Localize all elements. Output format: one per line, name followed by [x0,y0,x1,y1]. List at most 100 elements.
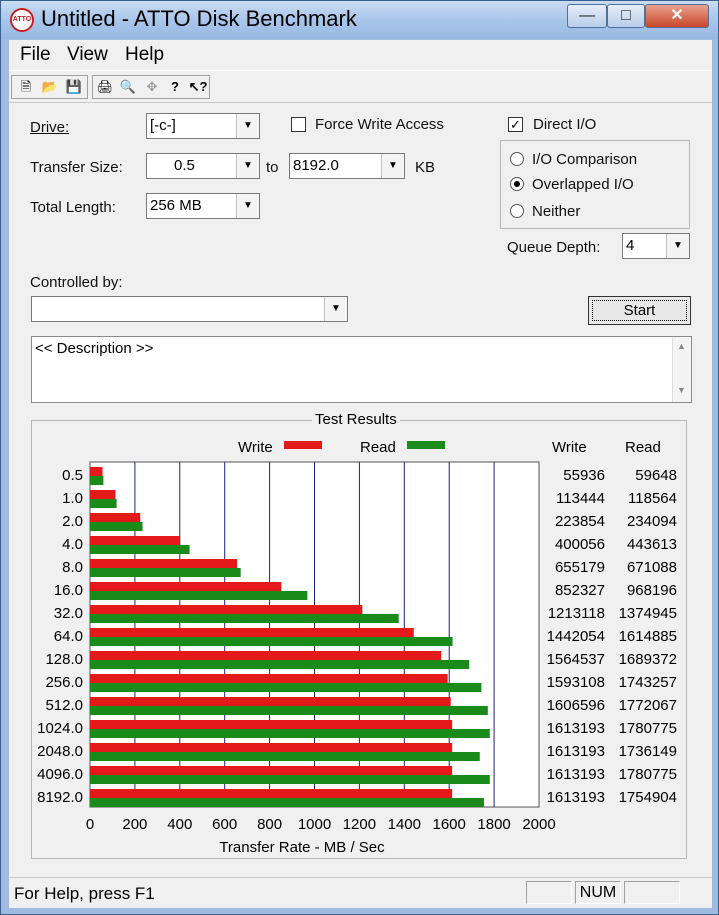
status-help-text: For Help, press F1 [14,884,155,903]
legend-write-swatch [284,441,322,449]
queue-depth-label: Queue Depth: [507,239,601,256]
drive-label: Drive: [30,119,69,136]
read-bar [90,499,117,508]
total-length-combo[interactable]: 256 MB ▼ [146,193,260,219]
read-value: 59648 [635,467,677,484]
force-write-checkbox[interactable] [291,117,306,132]
description-text: << Description >> [35,340,154,357]
menu-help[interactable]: Help [125,44,164,66]
transfer-to-combo[interactable]: 8192.0 ▼ [289,153,405,179]
io-comparison-label: I/O Comparison [532,151,638,168]
legend-read-swatch [407,441,445,449]
write-bar [90,789,453,798]
x-axis-label: Transfer Rate - MB / Sec [219,839,385,856]
overlapped-io-label: Overlapped I/O [532,176,634,193]
io-comparison-radio[interactable] [510,152,524,166]
write-value: 1613193 [547,743,605,760]
category-label: 1024.0 [37,720,83,737]
scroll-up-icon[interactable]: ▲ [677,341,686,351]
status-pane-caps [526,881,572,904]
read-value: 234094 [627,513,677,530]
move-icon[interactable]: ✥ [142,78,162,96]
col-read-header: Read [625,439,661,456]
write-value: 655179 [555,559,605,576]
read-bar [90,568,241,577]
controlled-by-combo[interactable]: ▼ [31,296,348,322]
chevron-down-icon[interactable]: ▼ [324,297,347,321]
write-bar [90,536,180,545]
chevron-down-icon[interactable]: ▼ [666,234,689,258]
chevron-down-icon[interactable]: ▼ [236,194,259,218]
read-value: 1754904 [619,789,677,806]
description-scrollbar[interactable]: ▲ ▼ [672,337,691,402]
category-label: 64.0 [54,628,83,645]
category-label: 256.0 [45,674,83,691]
chevron-down-icon[interactable]: ▼ [236,154,259,178]
menu-bar: File View Help [9,40,712,70]
category-label: 512.0 [45,697,83,714]
x-tick-label: 1800 [477,816,510,833]
category-label: 128.0 [45,651,83,668]
atto-app-icon[interactable]: ATTO [10,8,34,32]
close-button[interactable]: ✕ [645,4,709,28]
read-bar [90,637,453,646]
write-bar [90,467,103,476]
col-write-header: Write [552,439,587,456]
read-bar [90,683,482,692]
neither-radio[interactable] [510,204,524,218]
queue-depth-combo[interactable]: 4 ▼ [622,233,690,259]
write-bar [90,513,141,522]
read-value: 671088 [627,559,677,576]
scroll-down-icon[interactable]: ▼ [677,385,686,395]
open-icon[interactable]: 📂 [40,78,60,96]
transfer-from-combo[interactable]: 0.5 ▼ [146,153,260,179]
save-icon[interactable]: 💾 [64,78,84,96]
description-box[interactable]: << Description >> ▲ ▼ [31,336,692,403]
x-tick-label: 200 [122,816,147,833]
x-tick-label: 400 [167,816,192,833]
chevron-down-icon[interactable]: ▼ [236,114,259,138]
read-bar [90,775,490,784]
menu-view[interactable]: View [67,44,108,66]
write-value: 1564537 [547,651,605,668]
write-bar [90,743,453,752]
print-icon[interactable]: 🖨 [95,78,115,96]
write-value: 1593108 [547,674,605,691]
read-bar [90,545,190,554]
category-label: 4096.0 [37,766,83,783]
write-value: 400056 [555,536,605,553]
minimize-button[interactable]: — [567,4,607,28]
write-bar [90,766,453,775]
write-value: 1442054 [547,628,605,645]
neither-label: Neither [532,203,581,220]
direct-io-checkbox[interactable]: ✓ [508,117,523,132]
chevron-down-icon[interactable]: ▼ [381,154,404,178]
read-value: 1772067 [619,697,677,714]
menu-file[interactable]: File [20,44,51,66]
drive-label-text: Drive: [30,119,70,136]
kb-label: KB [415,159,436,176]
context-help-icon[interactable]: ↖? [188,78,208,96]
print-preview-icon[interactable]: 🔍 [118,78,138,96]
help-icon[interactable]: ? [165,78,185,96]
title-bar[interactable]: ATTO Untitled - ATTO Disk Benchmark — □ … [1,1,718,39]
read-value: 1780775 [619,766,677,783]
maximize-button[interactable]: □ [607,4,645,28]
write-bar [90,490,116,499]
read-bar [90,798,484,807]
new-icon[interactable]: 🗎 [16,78,36,96]
read-value: 1374945 [619,605,677,622]
write-bar [90,605,363,614]
x-tick-label: 1600 [433,816,466,833]
x-tick-label: 1000 [298,816,331,833]
write-bar [90,720,453,729]
start-button[interactable]: Start [588,296,691,325]
category-label: 1.0 [62,490,83,507]
drive-combo[interactable]: [-c-] ▼ [146,113,260,139]
read-bar [90,614,399,623]
read-value: 968196 [627,582,677,599]
write-bar [90,697,451,706]
category-label: 4.0 [62,536,83,553]
overlapped-io-radio[interactable] [510,177,524,191]
total-length-label: Total Length: [30,199,116,216]
